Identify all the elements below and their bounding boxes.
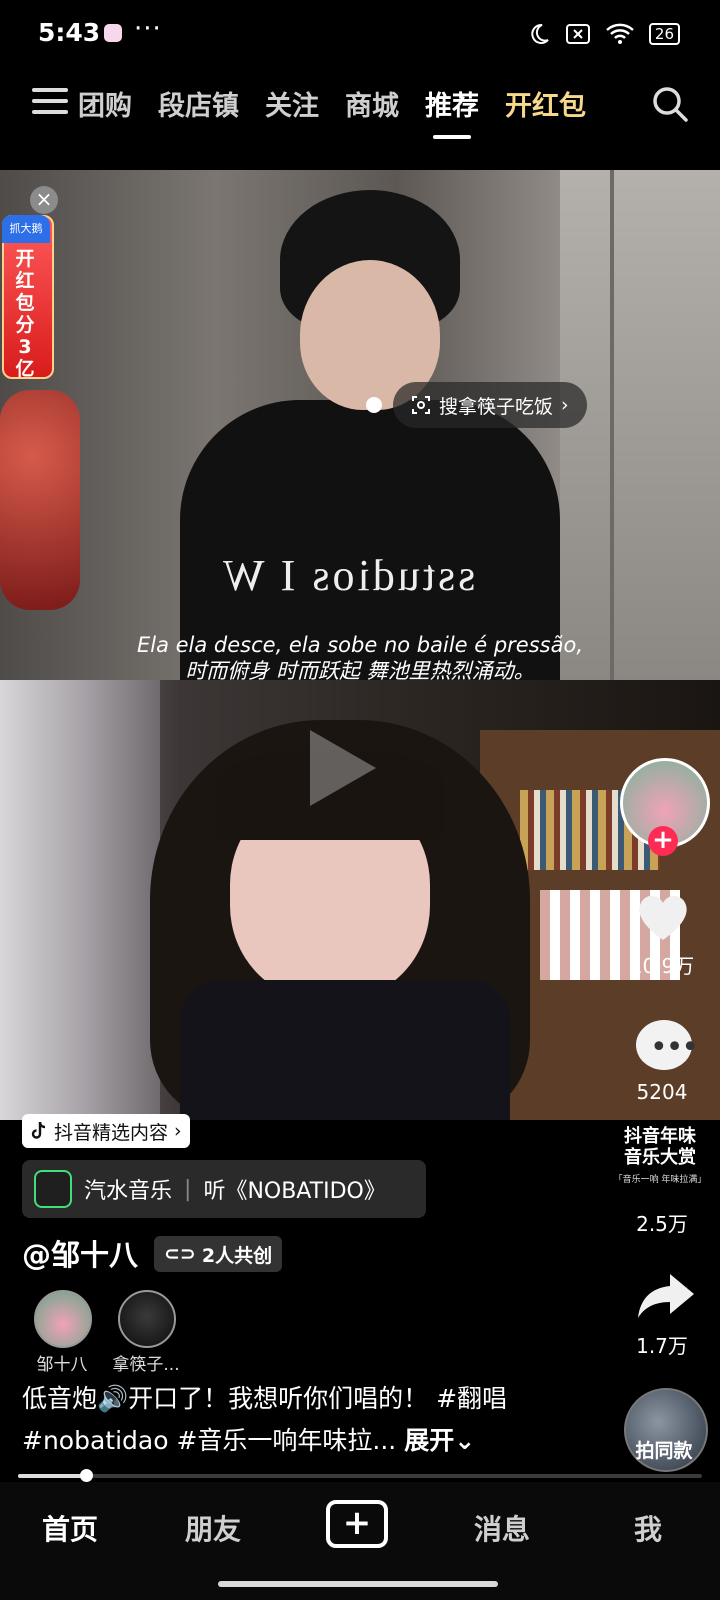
hoodie-print: sstudios I W xyxy=(220,551,476,600)
description-line-1: 低音炮🔊开口了！我想听你们唱的！ #翻唱 xyxy=(22,1384,508,1413)
link-icon: ⊂⊃ xyxy=(164,1243,196,1265)
nav-friends[interactable]: 朋友 xyxy=(185,1508,241,1548)
description-line-2: #nobatidao #音乐一响年味拉... xyxy=(22,1426,397,1455)
red-packet-widget-title: 抓大鹅 xyxy=(2,215,50,243)
search-icon[interactable] xyxy=(650,84,690,124)
battery-indicator: 26 xyxy=(648,23,680,45)
follow-button[interactable]: + xyxy=(648,826,678,856)
video-top-frame[interactable]: sstudios I W xyxy=(0,170,720,680)
video-description[interactable]: 低音炮🔊开口了！我想听你们唱的！ #翻唱 #nobatidao #音乐一响年味拉… xyxy=(22,1378,612,1462)
tab-recommend[interactable]: 推荐 xyxy=(425,84,479,139)
award-subtitle: 「音乐一响 年味拉满」 xyxy=(613,1175,707,1185)
status-bar: 5:43 ··· 26 xyxy=(0,0,720,70)
tab-following[interactable]: 关注 xyxy=(265,84,319,123)
award-line-1: 抖音年味 xyxy=(624,1126,696,1147)
music-separator: | xyxy=(184,1176,192,1202)
share-arrow-icon[interactable] xyxy=(636,1270,696,1320)
share-count: 1.7万 xyxy=(636,1334,688,1358)
expand-button[interactable]: 展开⌄ xyxy=(404,1426,475,1455)
comment-count: 5204 xyxy=(636,1080,688,1104)
more-notifications-icon: ··· xyxy=(134,14,162,44)
background-wall xyxy=(560,170,720,680)
gesture-home-bar[interactable] xyxy=(218,1581,498,1587)
play-icon[interactable] xyxy=(310,730,376,806)
lens-search-icon xyxy=(412,396,430,414)
subtitles: Ela ela desce, ela sobe no baile é press… xyxy=(0,632,720,684)
curtain xyxy=(0,680,160,1120)
close-icon[interactable]: × xyxy=(30,186,58,214)
video-progress-handle[interactable] xyxy=(80,1469,93,1482)
red-packet-widget-text: 开红包分3亿 xyxy=(15,248,35,380)
create-post-button[interactable]: + xyxy=(326,1500,388,1548)
music-app-name: 汽水音乐 xyxy=(84,1179,173,1204)
chevron-right-icon: › xyxy=(561,394,569,416)
subtitle-line-2: 时而俯身 时而跃起 舞池里热烈涌动。 xyxy=(185,659,535,683)
tag-dot xyxy=(366,397,382,413)
search-suggestion-text: 搜拿筷子吃饭 xyxy=(439,395,554,418)
nav-messages[interactable]: 消息 xyxy=(474,1508,530,1548)
video-progress-fill xyxy=(18,1474,86,1478)
hamburger-menu-icon[interactable] xyxy=(32,88,68,118)
tab-group-buy[interactable]: 团购 xyxy=(78,84,132,123)
nav-home[interactable]: 首页 xyxy=(42,1508,98,1548)
co-creator-avatar[interactable] xyxy=(34,1290,92,1348)
tiktok-logo-icon xyxy=(31,1121,46,1139)
favorite-count: 2.5万 xyxy=(636,1212,688,1236)
notification-app-icon xyxy=(104,24,122,42)
wifi-icon xyxy=(606,23,634,44)
top-tabs: 团购 段店镇 关注 商城 推荐 开红包 xyxy=(78,84,586,139)
award-line-2: 音乐大赏 xyxy=(624,1147,696,1168)
award-badge[interactable]: 抖音年味 音乐大赏 xyxy=(610,1126,710,1168)
soda-music-icon xyxy=(34,1170,72,1208)
door-edge xyxy=(610,170,614,680)
author-name[interactable]: @邹十八 xyxy=(22,1232,138,1274)
co-create-text: 2人共创 xyxy=(201,1244,273,1267)
red-decoration xyxy=(0,390,80,610)
music-bar[interactable]: 汽水音乐 | 听《NOBATIDO》 xyxy=(22,1160,426,1218)
featured-content-text: 抖音精选内容 xyxy=(54,1121,169,1144)
co-creator-avatar[interactable] xyxy=(118,1290,176,1348)
like-count: 10.9万 xyxy=(629,954,695,978)
co-creator-name: 拿筷子... xyxy=(112,1355,180,1375)
tab-mall[interactable]: 商城 xyxy=(345,84,399,123)
search-suggestion-pill[interactable]: 搜拿筷子吃饭 › xyxy=(393,382,587,428)
video-progress-track[interactable] xyxy=(18,1474,702,1478)
no-sim-icon xyxy=(565,24,590,44)
featured-content-badge[interactable]: 抖音精选内容 › xyxy=(22,1114,190,1148)
singer-sweater xyxy=(180,980,510,1120)
status-icons: 26 xyxy=(527,22,680,46)
same-style-label[interactable]: 拍同款 xyxy=(612,1436,716,1463)
status-time: 5:43 xyxy=(38,18,101,47)
music-title: 听《NOBATIDO》 xyxy=(203,1179,386,1204)
subtitle-line-1: Ela ela desce, ela sobe no baile é press… xyxy=(136,633,583,657)
tab-red-packet[interactable]: 开红包 xyxy=(505,84,586,123)
chevron-right-icon: › xyxy=(174,1120,182,1142)
moon-icon xyxy=(531,23,549,44)
tab-local[interactable]: 段店镇 xyxy=(158,84,239,123)
nav-me[interactable]: 我 xyxy=(634,1508,662,1548)
comment-dots-icon: ••• xyxy=(650,1030,699,1065)
co-create-badge[interactable]: ⊂⊃ 2人共创 xyxy=(154,1236,283,1272)
like-heart-icon[interactable] xyxy=(634,888,692,946)
